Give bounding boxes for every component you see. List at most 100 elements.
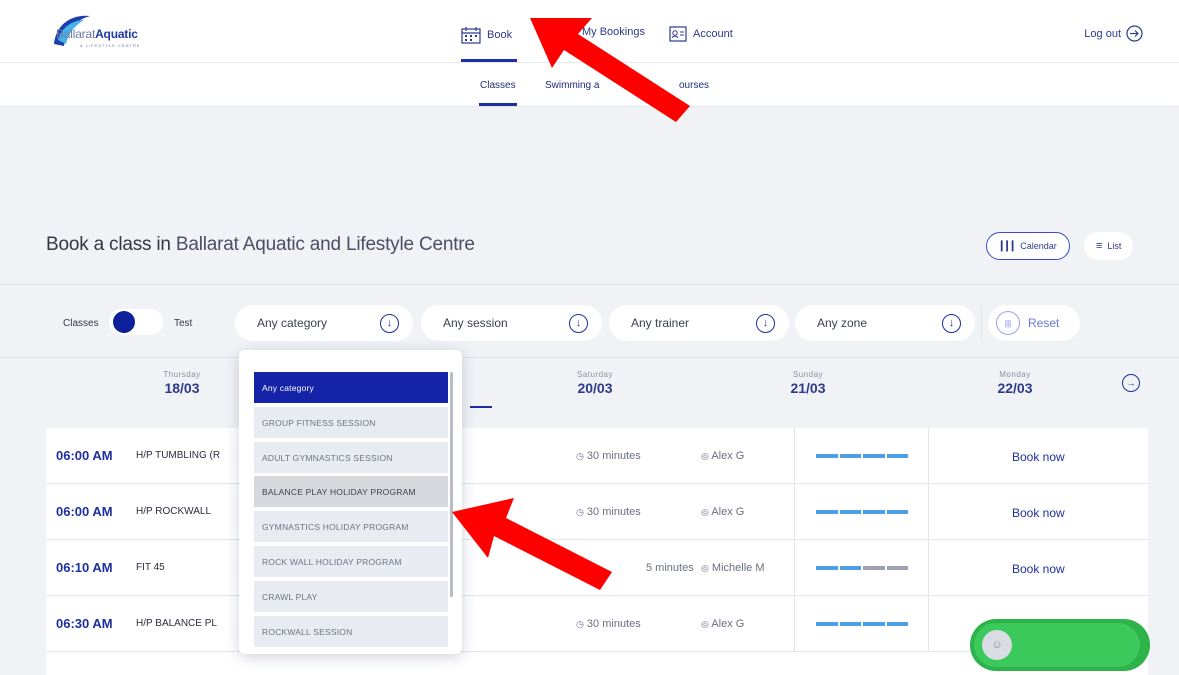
selected-day-indicator [470,406,492,408]
tab-classes-active-indicator [479,103,517,106]
toggle-label-classes: Classes [63,318,99,329]
capacity-bar [816,566,908,570]
chat-widget-inner[interactable]: ☺ [974,623,1140,667]
class-trainer-value: Alex G [711,450,745,462]
day-name: Sunday [792,370,824,379]
list-view-label: List [1107,241,1122,251]
clock-icon: ◷ [576,619,584,629]
class-name: H/P TUMBLING (R [136,450,221,461]
day-name: Monday [999,370,1031,379]
class-name: FIT 45 [136,562,165,573]
class-time: 06:00 AM [56,504,113,519]
session-filter[interactable]: Any session ↓ [421,305,602,341]
column-divider [794,428,795,484]
day-name: Thursday [163,370,201,379]
chevron-down-icon: ↓ [569,313,588,333]
class-duration-value: 30 minutes [586,618,641,630]
list-view-icon: ≡ [1096,240,1103,252]
calendar-view-icon: ┃┃┃ [999,240,1016,251]
class-trainer-value: Michelle M [711,562,765,574]
dropdown-option[interactable]: ROCK WALL HOLIDAY PROGRAM [254,546,448,577]
column-divider [794,540,795,596]
page-title-prefix: Book a class in [46,234,171,255]
trainer-icon: ◎ [701,563,709,573]
dropdown-option[interactable]: Any category [254,372,448,403]
class-duration: ◷ 30 minutes [576,618,641,630]
day-date: 21/03 [790,380,826,396]
page-title-centre: Ballarat Aquatic and Lifestyle Centre [175,234,475,255]
category-filter-value: Any category [257,316,328,330]
column-divider [928,540,929,596]
capacity-bar [816,510,908,514]
toggle-label-test: Test [174,318,193,329]
trainer-icon: ◎ [701,619,709,629]
reset-filters-button[interactable]: ||| Reset [988,305,1080,341]
table-row[interactable]: 06:00 AM H/P TUMBLING (R ◷ 30 minutes ◎ … [46,428,1148,484]
logo-brand-main: Ballarat [56,27,96,41]
class-duration: ◷ 30 minutes [576,450,641,462]
chevron-down-icon: ↓ [380,313,399,333]
dropdown-option[interactable]: ROCKWALL SESSION [254,616,448,647]
day-name: Saturday [576,370,614,379]
day-sunday[interactable]: Sunday 21/03 [768,370,848,396]
trainer-filter-value: Any trainer [631,316,690,330]
day-date: 22/03 [997,380,1033,396]
session-filter-value: Any session [443,316,508,330]
book-now-button[interactable]: Book now [1012,506,1065,520]
class-duration-value: 5 minutes [646,562,694,574]
dropdown-option[interactable]: CRAWL PLAY [254,581,448,612]
class-name: H/P ROCKWALL [136,506,212,517]
list-view-button[interactable]: ≡ List [1084,232,1134,260]
reset-label: Reset [1028,316,1060,330]
toggle-knob[interactable] [113,311,135,333]
nav-book[interactable]: Book [461,26,512,44]
calendar-view-label: Calendar [1020,241,1057,251]
class-duration: 5 minutes [646,562,694,574]
logout-arrow-icon [1126,25,1143,42]
column-divider [928,484,929,540]
classes-test-toggle[interactable] [109,309,163,335]
nav-book-label: Book [487,29,513,41]
book-now-button[interactable]: Book now [1012,562,1065,576]
dropdown-option[interactable]: GYMNASTICS HOLIDAY PROGRAM [254,511,448,542]
class-duration-value: 30 minutes [586,450,641,462]
trainer-filter[interactable]: Any trainer ↓ [609,305,789,341]
chat-widget[interactable]: ☺ [970,619,1150,671]
page-title: Book a class in Ballarat Aquatic and Lif… [46,234,475,256]
tab-classes[interactable]: Classes [480,80,516,91]
class-trainer-value: Alex G [711,506,745,518]
book-now-button[interactable]: Book now [1012,450,1065,464]
zone-filter[interactable]: Any zone ↓ [795,305,975,341]
class-trainer: ◎ Alex G [701,618,744,630]
category-filter[interactable]: Any category ↓ [235,305,413,341]
day-monday[interactable]: Monday 22/03 [975,370,1055,396]
annotation-arrow-icon [530,18,690,122]
capacity-bar [816,454,908,458]
day-thursday[interactable]: Thursday 18/03 [142,370,222,396]
divider [0,357,1179,358]
trainer-icon: ◎ [701,507,709,517]
next-days-arrow-icon[interactable]: → [1122,374,1140,392]
annotation-arrow-icon [452,498,612,590]
column-divider [928,596,929,652]
logo-text[interactable]: BallaratAquatic [56,27,138,41]
dropdown-option[interactable]: ADULT GYMNASTICS SESSION [254,442,448,473]
chevron-down-icon: ↓ [942,313,961,333]
day-date: 18/03 [164,380,200,396]
logout-button[interactable]: Log out [1084,25,1143,42]
class-trainer-value: Alex G [711,618,745,630]
dropdown-option[interactable]: BALANCE PLAY HOLIDAY PROGRAM [254,476,448,507]
column-divider [794,596,795,652]
class-trainer: ◎ Alex G [701,506,744,518]
day-saturday[interactable]: Saturday 20/03 [555,370,635,396]
calendar-icon [461,27,481,44]
calendar-view-button[interactable]: ┃┃┃ Calendar [986,232,1070,260]
class-time: 06:10 AM [56,560,113,575]
day-date: 20/03 [577,380,613,396]
class-time: 06:30 AM [56,616,113,631]
trainer-icon: ◎ [701,451,709,461]
class-time: 06:00 AM [56,448,113,463]
divider [0,284,1179,285]
dropdown-option[interactable]: GROUP FITNESS SESSION [254,407,448,438]
class-name: H/P BALANCE PL [136,618,217,629]
